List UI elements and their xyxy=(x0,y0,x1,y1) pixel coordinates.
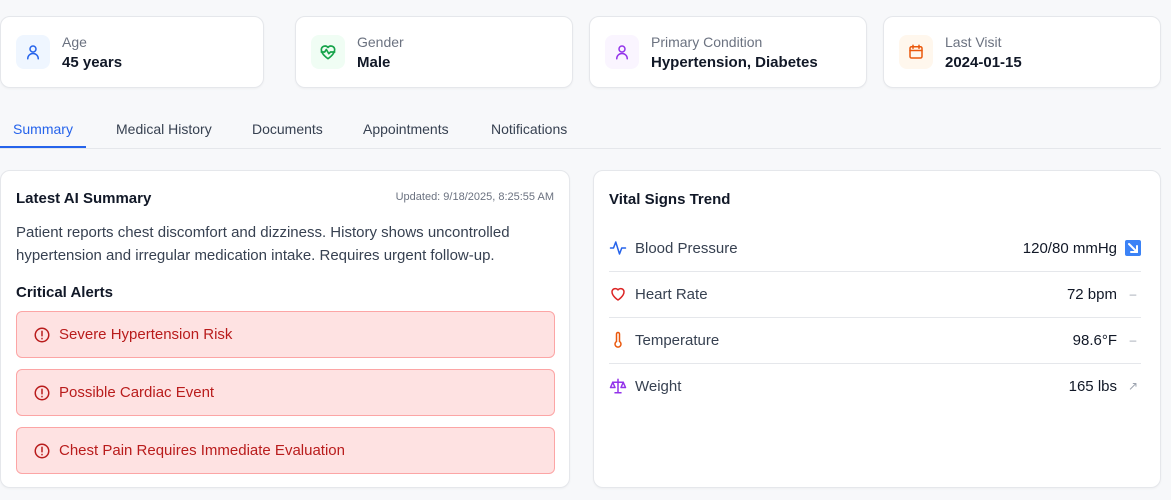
trend-up-icon: ↗ xyxy=(1127,379,1139,393)
heart-icon xyxy=(609,285,627,303)
trend-stable-icon: – xyxy=(1129,333,1137,347)
stat-value: 2024-01-15 xyxy=(945,53,1022,71)
condition-card: Primary Condition Hypertension, Diabetes xyxy=(589,16,867,88)
stat-label: Gender xyxy=(357,33,404,50)
vital-value: 72 bpm xyxy=(1066,285,1117,303)
stat-value: 45 years xyxy=(62,53,123,71)
vital-row-temperature: Temperature 98.6°F – xyxy=(609,317,1141,364)
updated-timestamp: Updated: 9/18/2025, 8:25:55 AM xyxy=(395,191,554,203)
vital-row-heart-rate: Heart Rate 72 bpm – xyxy=(609,271,1141,318)
vitals-title: Vital Signs Trend xyxy=(609,191,731,208)
tab-notifications[interactable]: Notifications xyxy=(491,114,567,147)
stat-value: Male xyxy=(357,53,391,71)
vital-value: 165 lbs xyxy=(1068,377,1117,395)
trend-stable-icon: – xyxy=(1129,287,1137,301)
scale-icon xyxy=(609,377,627,395)
gender-card: Gender Male xyxy=(295,16,573,88)
vitals-card: Vital Signs Trend Blood Pressure 120/80 … xyxy=(593,170,1161,488)
alert-item[interactable]: Severe Hypertension Risk xyxy=(16,311,555,358)
tab-documents[interactable]: Documents xyxy=(252,114,323,147)
stat-label: Last Visit xyxy=(945,33,1002,50)
vital-name: Heart Rate xyxy=(635,285,708,303)
vital-name: Blood Pressure xyxy=(635,239,738,257)
alert-circle-icon xyxy=(33,384,51,402)
trend-down-icon xyxy=(1125,240,1141,256)
alert-label: Chest Pain Requires Immediate Evaluation xyxy=(59,442,345,459)
alert-circle-icon xyxy=(33,442,51,460)
calendar-icon xyxy=(899,35,933,69)
alert-label: Possible Cardiac Event xyxy=(59,384,215,401)
tab-summary[interactable]: Summary xyxy=(0,114,86,148)
user-icon xyxy=(16,35,50,69)
thermometer-icon xyxy=(609,331,627,349)
vital-row-blood-pressure: Blood Pressure 120/80 mmHg xyxy=(609,225,1141,272)
activity-icon xyxy=(609,239,627,257)
critical-alerts-title: Critical Alerts xyxy=(16,284,113,301)
tab-medical-history[interactable]: Medical History xyxy=(116,114,212,147)
vital-name: Weight xyxy=(635,377,682,395)
stat-label: Primary Condition xyxy=(651,33,763,50)
alert-item[interactable]: Chest Pain Requires Immediate Evaluation xyxy=(16,427,555,474)
age-card: Age 45 years xyxy=(0,16,264,88)
summary-text: Patient reports chest discomfort and diz… xyxy=(16,224,510,264)
stat-label: Age xyxy=(62,33,87,50)
tab-bar: Summary Medical History Documents Appoin… xyxy=(0,114,1161,149)
person-icon xyxy=(605,35,639,69)
alert-label: Severe Hypertension Risk xyxy=(59,326,233,343)
tab-appointments[interactable]: Appointments xyxy=(363,114,449,147)
vital-value: 120/80 mmHg xyxy=(1022,239,1117,257)
summary-card: Latest AI Summary Updated: 9/18/2025, 8:… xyxy=(0,170,570,488)
vital-name: Temperature xyxy=(635,331,720,349)
alert-circle-icon xyxy=(33,326,51,344)
vital-value: 98.6°F xyxy=(1072,331,1117,349)
last-visit-card: Last Visit 2024-01-15 xyxy=(883,16,1161,88)
alert-item[interactable]: Possible Cardiac Event xyxy=(16,369,555,416)
stat-value: Hypertension, Diabetes xyxy=(651,53,818,71)
vital-row-weight: Weight 165 lbs ↗ xyxy=(609,363,1141,409)
summary-title: Latest AI Summary xyxy=(16,190,152,207)
heart-pulse-icon xyxy=(311,35,345,69)
